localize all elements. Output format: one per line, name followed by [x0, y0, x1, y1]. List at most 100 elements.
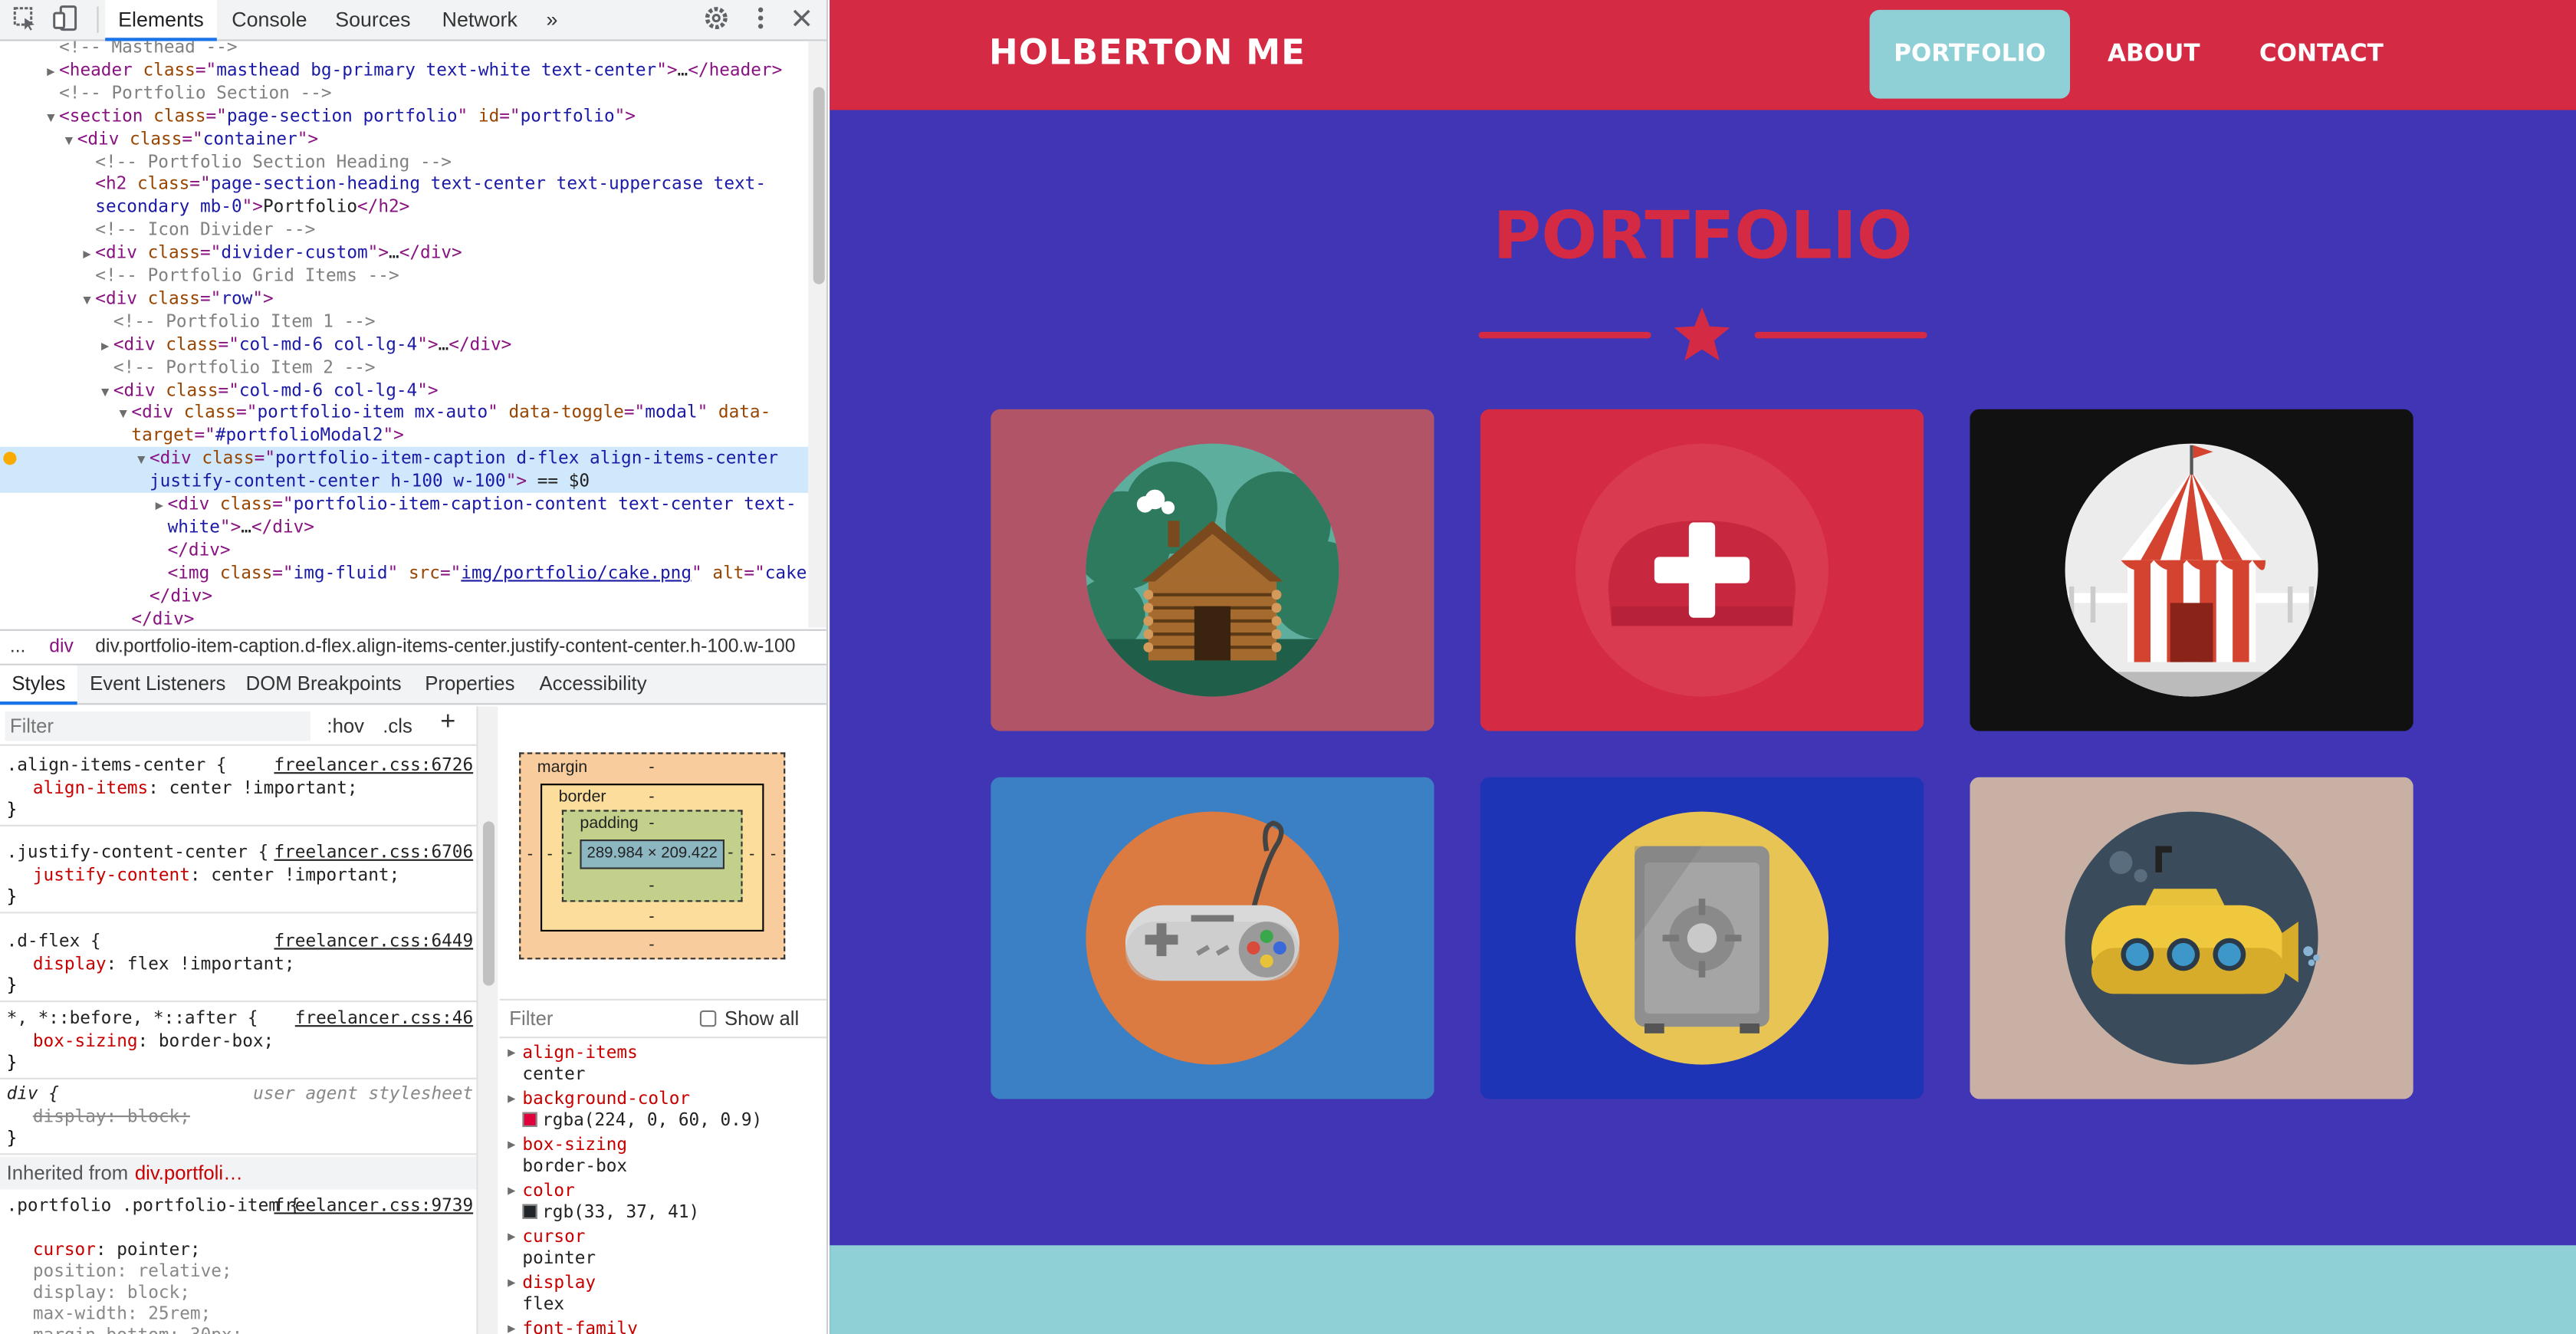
- dom-node-line[interactable]: ▶ <div class="portfolio-item-caption-cont…: [0, 493, 808, 516]
- expand-toggle-icon[interactable]: ▶: [508, 1045, 515, 1060]
- dom-node-line[interactable]: </div>: [0, 584, 808, 607]
- css-declaration[interactable]: display: block;: [0, 1283, 476, 1305]
- computed-property[interactable]: ▶ box-sizing border-box: [499, 1135, 826, 1181]
- dom-node-line[interactable]: <!-- Portfolio Item 2 -->: [0, 356, 808, 379]
- css-declaration[interactable]: margin-bottom: 30px;: [0, 1326, 476, 1334]
- tab-network[interactable]: Network: [430, 0, 529, 41]
- styles-scrollbar[interactable]: [476, 706, 498, 1334]
- css-declaration[interactable]: display: flex !important;: [0, 955, 476, 976]
- tab-elements[interactable]: Elements: [105, 0, 217, 41]
- expand-toggle-icon[interactable]: ▼: [43, 107, 59, 130]
- brand-logo[interactable]: HOLBERTON ME: [989, 28, 1306, 77]
- computed-filter-input[interactable]: Filter: [509, 1001, 553, 1037]
- expand-toggle-icon[interactable]: ▶: [43, 61, 59, 84]
- css-declaration[interactable]: position: relative;: [0, 1262, 476, 1283]
- css-rule-selector[interactable]: .d-flex {freelancer.css:6449: [0, 932, 476, 953]
- source-link[interactable]: freelancer.css:9739: [274, 1196, 473, 1217]
- dom-node-line[interactable]: <!-- Icon Divider -->: [0, 219, 808, 242]
- dom-node-line[interactable]: ▶ <header class="masthead bg-primary text…: [0, 59, 808, 82]
- portfolio-item-submarine[interactable]: [1970, 777, 2413, 1099]
- inherited-from-link[interactable]: div.portfoli…: [135, 1162, 243, 1184]
- color-swatch-icon[interactable]: [522, 1112, 537, 1127]
- css-declaration[interactable]: display: block;: [0, 1107, 476, 1129]
- expand-toggle-icon[interactable]: ▼: [61, 129, 77, 152]
- source-link[interactable]: freelancer.css:46: [295, 1009, 473, 1030]
- nav-link-contact[interactable]: CONTACT: [2242, 10, 2400, 99]
- expand-toggle-icon[interactable]: ▶: [508, 1275, 515, 1290]
- computed-property[interactable]: ▶ cursor pointer: [499, 1227, 826, 1273]
- expand-toggle-icon[interactable]: ▼: [79, 289, 95, 312]
- dom-node-line[interactable]: secondary mb-0">Portfolio</h2>: [0, 196, 808, 219]
- css-rule-selector[interactable]: div {user agent stylesheet: [0, 1084, 476, 1106]
- css-rule-selector[interactable]: *, *::before, *::after {freelancer.css:4…: [0, 1009, 476, 1030]
- new-rule-button[interactable]: +: [440, 709, 455, 736]
- dom-node-line[interactable]: </div>: [0, 538, 808, 561]
- dom-scrollbar-thumb[interactable]: [813, 87, 825, 284]
- box-model-border[interactable]: border - - - - padding - - - - 289.984 ×…: [540, 784, 764, 932]
- expand-toggle-icon[interactable]: ▼: [133, 449, 150, 472]
- rule-close-brace[interactable]: }: [0, 1053, 476, 1075]
- computed-property[interactable]: ▶ font-family: [499, 1319, 826, 1334]
- dom-node-line[interactable]: ▶ <div class="col-md-6 col-lg-4">…</div>: [0, 333, 808, 356]
- subtab-properties[interactable]: Properties: [417, 665, 522, 705]
- dom-node-line[interactable]: <!-- Portfolio Section -->: [0, 82, 808, 105]
- css-declaration[interactable]: cursor: pointer;: [0, 1240, 476, 1262]
- css-rule-selector[interactable]: .portfolio .portfolio-item {freelancer.c…: [0, 1196, 476, 1217]
- rule-close-brace[interactable]: }: [0, 1129, 476, 1150]
- close-devtools-icon[interactable]: [787, 5, 816, 34]
- dom-node-line[interactable]: ▼ <section class="page-section portfolio"…: [0, 104, 808, 127]
- device-toolbar-icon[interactable]: [51, 5, 80, 34]
- dom-node-line[interactable]: <!-- Portfolio Item 1 -->: [0, 310, 808, 334]
- dom-node-line[interactable]: ▼ <div class="container">: [0, 127, 808, 150]
- portfolio-item-circus[interactable]: [1970, 409, 2413, 731]
- dom-node-line[interactable]: <h2 class="page-section-heading text-cen…: [0, 173, 808, 196]
- dom-node-line[interactable]: <!-- Masthead -->: [0, 41, 808, 60]
- css-rule-selector[interactable]: .align-items-center {freelancer.css:6726: [0, 756, 476, 777]
- source-link[interactable]: freelancer.css:6706: [274, 843, 473, 864]
- rule-close-brace[interactable]: }: [0, 887, 476, 909]
- hov-toggle-button[interactable]: :hov: [327, 713, 364, 739]
- expand-toggle-icon[interactable]: ▶: [151, 495, 167, 518]
- computed-property[interactable]: ▶ align-items center: [499, 1043, 826, 1089]
- source-link[interactable]: freelancer.css:6449: [274, 932, 473, 953]
- rule-close-brace[interactable]: }: [0, 800, 476, 822]
- nav-link-about[interactable]: ABOUT: [2085, 10, 2223, 99]
- dom-node-line[interactable]: <img class="img-fluid" src="img/portfoli…: [0, 561, 809, 584]
- box-model-content-size[interactable]: 289.984 × 209.422: [580, 840, 724, 869]
- css-declaration[interactable]: box-sizing: border-box;: [0, 1032, 476, 1053]
- dom-node-line[interactable]: <!-- Portfolio Section Heading -->: [0, 150, 808, 173]
- css-declaration[interactable]: align-items: center !important;: [0, 779, 476, 800]
- portfolio-item-cake[interactable]: [1480, 409, 1924, 731]
- expand-toggle-icon[interactable]: ▶: [79, 243, 95, 266]
- show-all-checkbox[interactable]: [699, 1010, 717, 1027]
- dom-node-line[interactable]: ▶ <div class="divider-custom">…</div>: [0, 242, 808, 264]
- color-swatch-icon[interactable]: [522, 1204, 537, 1219]
- dom-node-line[interactable]: justify-content-center h-100 w-100"> == …: [0, 470, 809, 494]
- subtab-accessibility[interactable]: Accessibility: [532, 665, 654, 705]
- dom-node-line[interactable]: ▼ <div class="col-md-6 col-lg-4">: [0, 379, 808, 402]
- expand-toggle-icon[interactable]: ▼: [115, 403, 131, 426]
- expand-toggle-icon[interactable]: ▶: [508, 1183, 515, 1198]
- dom-node-line[interactable]: target="#portfolioModal2">: [0, 424, 808, 447]
- dom-node-line[interactable]: ▼ <div class="row">: [0, 288, 808, 310]
- expand-toggle-icon[interactable]: ▶: [508, 1091, 515, 1106]
- cls-toggle-button[interactable]: .cls: [383, 713, 412, 739]
- dom-node-line[interactable]: </div>: [0, 607, 808, 628]
- expand-toggle-icon[interactable]: ▶: [508, 1229, 515, 1244]
- expand-toggle-icon[interactable]: ▶: [508, 1137, 515, 1152]
- css-declaration[interactable]: justify-content: center !important;: [0, 866, 476, 887]
- more-options-icon[interactable]: [746, 5, 776, 34]
- styles-filter-input[interactable]: Filter: [5, 711, 311, 741]
- dom-scrollbar[interactable]: [808, 41, 826, 628]
- expand-toggle-icon[interactable]: ▼: [97, 380, 113, 403]
- settings-gear-icon[interactable]: [702, 5, 731, 34]
- dom-node-line[interactable]: ▼ <div class="portfolio-item mx-auto" dat…: [0, 402, 808, 425]
- dom-node-line[interactable]: <!-- Portfolio Grid Items -->: [0, 264, 808, 288]
- styles-scrollbar-thumb[interactable]: [483, 821, 495, 986]
- css-declaration[interactable]: max-width: 25rem;: [0, 1304, 476, 1326]
- subtab-styles[interactable]: Styles: [0, 665, 77, 705]
- subtab-dom-breakpoints[interactable]: DOM Breakpoints: [240, 665, 408, 705]
- rule-close-brace[interactable]: }: [0, 976, 476, 997]
- computed-property[interactable]: ▶ color rgb(33, 37, 41): [499, 1181, 826, 1227]
- more-tabs-button[interactable]: »: [536, 0, 569, 41]
